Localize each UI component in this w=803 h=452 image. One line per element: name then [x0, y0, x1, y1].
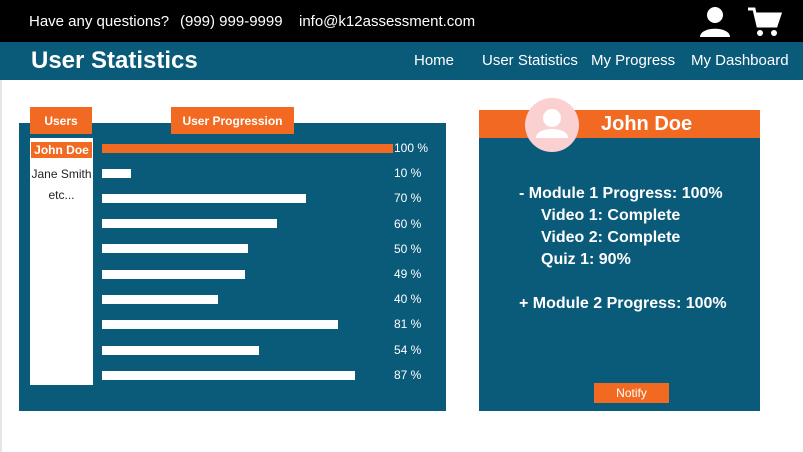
nav-bar: User Statistics Home User Statistics My … [0, 42, 803, 80]
progress-bar [102, 169, 131, 178]
video-2-status: Video 2: Complete [541, 229, 681, 246]
nav-my-progress[interactable]: My Progress [591, 52, 675, 69]
progress-bar [102, 219, 277, 228]
progress-label: 60 % [394, 217, 422, 231]
progress-bar [102, 371, 355, 380]
module-1-progress[interactable]: - Module 1 Progress: 100% [519, 185, 723, 203]
top-bar: Have any questions? (999) 999-9999 info@… [0, 0, 803, 42]
progress-label: 10 % [394, 166, 422, 180]
module-2-progress[interactable]: + Module 2 Progress: 100% [519, 295, 727, 313]
progress-label: 81 % [394, 317, 422, 331]
quiz-1-score: Quiz 1: 90% [541, 251, 631, 268]
profile-name: John Doe [601, 113, 693, 135]
progress-bar [102, 194, 306, 203]
nav-my-dashboard[interactable]: My Dashboard [691, 52, 789, 69]
cart-icon[interactable] [746, 6, 782, 38]
user-icon[interactable] [698, 6, 732, 38]
video-1-status: Video 1: Complete [541, 207, 681, 224]
progress-bar [102, 244, 248, 253]
page-edge [0, 80, 2, 452]
page-title: User Statistics [31, 47, 198, 74]
notify-button[interactable]: Notify [594, 383, 669, 403]
progress-label: 100 % [394, 141, 429, 155]
user-progression-tab[interactable]: User Progression [171, 107, 294, 134]
user-item-jane-smith[interactable]: Jane Smith [30, 167, 93, 181]
avatar-icon [536, 109, 568, 138]
phone-number[interactable]: (999) 999-9999 [180, 13, 283, 30]
nav-user-statistics[interactable]: User Statistics [482, 52, 578, 69]
progress-label: 50 % [394, 242, 422, 256]
progress-label: 70 % [394, 191, 422, 205]
progress-label: 49 % [394, 267, 422, 281]
progress-bar [102, 320, 338, 329]
nav-home[interactable]: Home [414, 52, 454, 69]
users-list: John Doe Jane Smith etc... [30, 138, 93, 385]
user-item-john-doe[interactable]: John Doe [31, 142, 92, 158]
progress-bar [102, 346, 259, 355]
progress-label: 87 % [394, 368, 422, 382]
user-item-more[interactable]: etc... [30, 188, 93, 202]
users-tab[interactable]: Users [30, 107, 92, 134]
progress-bar [102, 270, 245, 279]
progress-label: 40 % [394, 292, 422, 306]
avatar [525, 98, 579, 152]
progress-bar [102, 295, 218, 304]
progress-bar [102, 144, 393, 153]
email-address[interactable]: info@k12assessment.com [299, 13, 475, 30]
progress-label: 54 % [394, 343, 422, 357]
questions-text: Have any questions? [29, 13, 170, 30]
